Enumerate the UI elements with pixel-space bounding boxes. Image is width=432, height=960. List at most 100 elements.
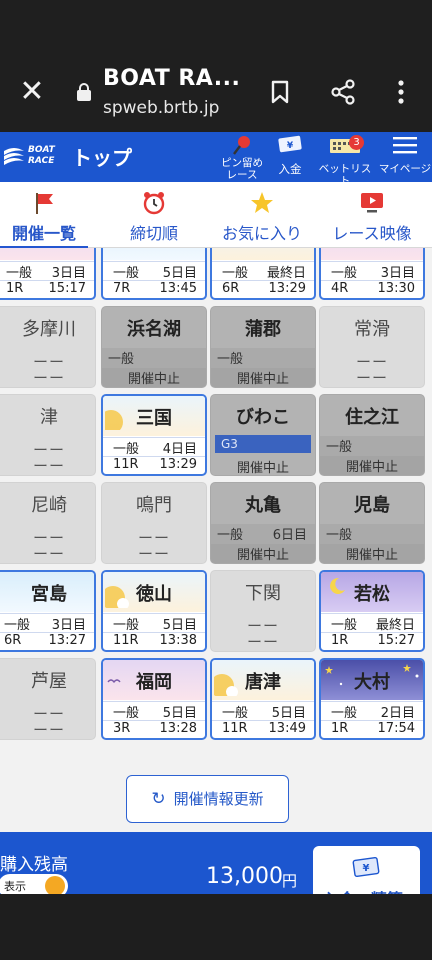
tab-label: レース映像: [332, 224, 412, 243]
betlist-button[interactable]: 3 ベットリスト: [314, 132, 376, 187]
venue-card-mikuni[interactable]: 三国 一般 4日目 11R 13:29: [101, 394, 207, 476]
deposit-icon: ¥: [352, 856, 380, 878]
race-time: 13:27: [48, 633, 86, 648]
card-race-row: 11R 13:49: [212, 721, 314, 738]
logo-text-2: RACE: [28, 156, 55, 166]
grade-text: 一般: [331, 706, 358, 721]
race-time: 13:38: [159, 633, 197, 648]
venue-card-hamanako[interactable]: 浜名湖 一般 開催中止: [101, 306, 207, 388]
deposit-header-button[interactable]: ¥ 入金: [272, 132, 308, 182]
day-text: 2日目: [380, 706, 415, 721]
close-icon[interactable]: ✕: [18, 77, 46, 107]
grade-text: 一般: [222, 266, 249, 281]
tab-favorites[interactable]: お気に入り: [210, 182, 314, 248]
browser-toolbar: ✕ BOAT RA... spweb.brtb.jp: [0, 0, 432, 132]
venue-card-omura[interactable]: 大村 一般 2日目 1R 17:54: [319, 658, 425, 740]
venue-name: 大村: [354, 672, 390, 693]
venue-card-biwako[interactable]: びわこ G3 開催中止: [210, 394, 316, 476]
svg-text:¥: ¥: [287, 141, 294, 151]
race-time: 13:28: [159, 721, 197, 736]
venue-card-miyajima[interactable]: 宮島 一般 3日目 6R 13:27: [0, 570, 96, 652]
status-text: 開催中止: [127, 372, 180, 387]
venue-grid: 一般 3日目 1R 15:17 一般 5日目 7R 13:45 一般 最終日 6R 13:2…: [0, 248, 432, 832]
tab-race-video[interactable]: レース映像: [320, 182, 424, 248]
card-race-row: 1R 15:27: [321, 633, 423, 650]
race-number: 6R: [222, 281, 240, 296]
lock-icon: [77, 83, 91, 101]
card-info-row: 一般: [211, 348, 315, 368]
venue-card-fukuoka[interactable]: 福岡 一般 5日目 3R 13:28: [101, 658, 207, 740]
card-race-row: 6R 13:27: [0, 633, 94, 650]
status-text: 開催中止: [236, 372, 289, 387]
status-text: 開催中止: [345, 460, 398, 475]
card-status-row: 開催中止: [102, 368, 206, 387]
venue-card-karatsu[interactable]: 唐津 一般 5日目 11R 13:49: [210, 658, 316, 740]
race-time: 15:17: [48, 281, 86, 296]
refresh-schedule-button[interactable]: ↻ 開催情報更新: [126, 775, 289, 823]
race-number: 11R: [222, 721, 248, 736]
venue-name: 浜名湖: [127, 319, 181, 340]
boat-race-logo[interactable]: BOAT RACE: [2, 141, 60, 173]
venue-card-naruto[interactable]: 鳴門 ーー ーー: [101, 482, 207, 564]
card-background: [321, 248, 423, 260]
venue-card-tokuyama[interactable]: 徳山 一般 5日目 11R 13:38: [101, 570, 207, 652]
no-race-dash: ーー: [246, 633, 279, 651]
currency-unit: 円: [282, 872, 298, 890]
venue-card-tsu[interactable]: 津 ーー ーー: [0, 394, 96, 476]
venue-card-tamagawa[interactable]: 多摩川 ーー ーー: [0, 306, 96, 388]
day-text: 3日目: [51, 618, 86, 633]
tab-deadline-order[interactable]: 締切順: [104, 182, 204, 248]
bottom-bezel: [0, 894, 432, 960]
venue-card-wakamatsu[interactable]: 若松 一般 最終日 1R 15:27: [319, 570, 425, 652]
venue-card-amagasaki[interactable]: 尼崎 ーー ーー: [0, 482, 96, 564]
card-status-row: 開催中止: [211, 368, 315, 387]
venue-card-kojima[interactable]: 児島 一般 開催中止: [319, 482, 425, 564]
pin-label-1: ピン留め: [221, 157, 263, 169]
venue-card-gamagori[interactable]: 蒲郡 一般 開催中止: [210, 306, 316, 388]
venue-card[interactable]: 一般 5日目 7R 13:45: [101, 248, 207, 300]
grade-text: 一般: [326, 528, 353, 543]
more-vert-icon[interactable]: [387, 78, 415, 106]
tab-label: お気に入り: [221, 224, 302, 243]
bookmark-icon[interactable]: [266, 78, 294, 106]
card-info-row: 一般 3日目: [0, 613, 94, 633]
venue-card[interactable]: 一般 3日目 4R 13:30: [319, 248, 425, 300]
card-info-row: 一般 6日目: [211, 524, 315, 544]
venue-card[interactable]: 一般 最終日 6R 13:29: [210, 248, 316, 300]
browser-page-title: BOAT RA...: [103, 66, 241, 91]
mypage-button[interactable]: マイページ: [378, 132, 432, 182]
race-time: 13:29: [159, 457, 197, 472]
alarm-clock-icon: [143, 192, 165, 215]
browser-url[interactable]: spweb.brtb.jp: [103, 98, 219, 118]
day-text: 5日目: [162, 618, 197, 633]
share-icon[interactable]: [329, 78, 357, 106]
venue-card-ashiya[interactable]: 芦屋 ーー ーー: [0, 658, 96, 740]
venue-name: 福岡: [136, 672, 172, 693]
pin-race-button[interactable]: ピン留め レース: [214, 132, 270, 182]
card-background: [0, 248, 94, 260]
toggle-knob: [45, 876, 65, 894]
balance-visibility-toggle[interactable]: 表示: [0, 874, 68, 894]
venue-card-tokoname[interactable]: 常滑 ーー ーー: [319, 306, 425, 388]
race-number: 1R: [331, 721, 349, 736]
deposit-settle-button[interactable]: ¥ 入金・精算: [313, 846, 420, 894]
toggle-label: 表示: [4, 880, 26, 893]
race-time: 15:27: [377, 633, 415, 648]
card-race-row: 11R 13:38: [103, 633, 205, 650]
grade-text: 一般: [331, 266, 358, 281]
tab-schedule-list[interactable]: 開催一覧: [0, 182, 94, 250]
venue-name: 唐津: [245, 672, 281, 693]
venue-name: 丸亀: [245, 495, 281, 516]
video-icon: [361, 193, 383, 213]
venue-card[interactable]: 一般 3日目 1R 15:17: [0, 248, 96, 300]
star-icon: [251, 192, 273, 213]
venue-card-marugame[interactable]: 丸亀 一般 6日目 開催中止: [210, 482, 316, 564]
card-race-row: 4R 13:30: [321, 281, 423, 298]
day-text: 最終日: [375, 618, 415, 633]
card-info-row: 一般 5日目: [212, 701, 314, 721]
race-number: 1R: [331, 633, 349, 648]
venue-name: 宮島: [31, 584, 67, 605]
venue-card-shimonoseki[interactable]: 下関 ーー ーー: [210, 570, 316, 652]
venue-card-suminoe[interactable]: 住之江 一般 開催中止: [319, 394, 425, 476]
race-number: 4R: [331, 281, 349, 296]
